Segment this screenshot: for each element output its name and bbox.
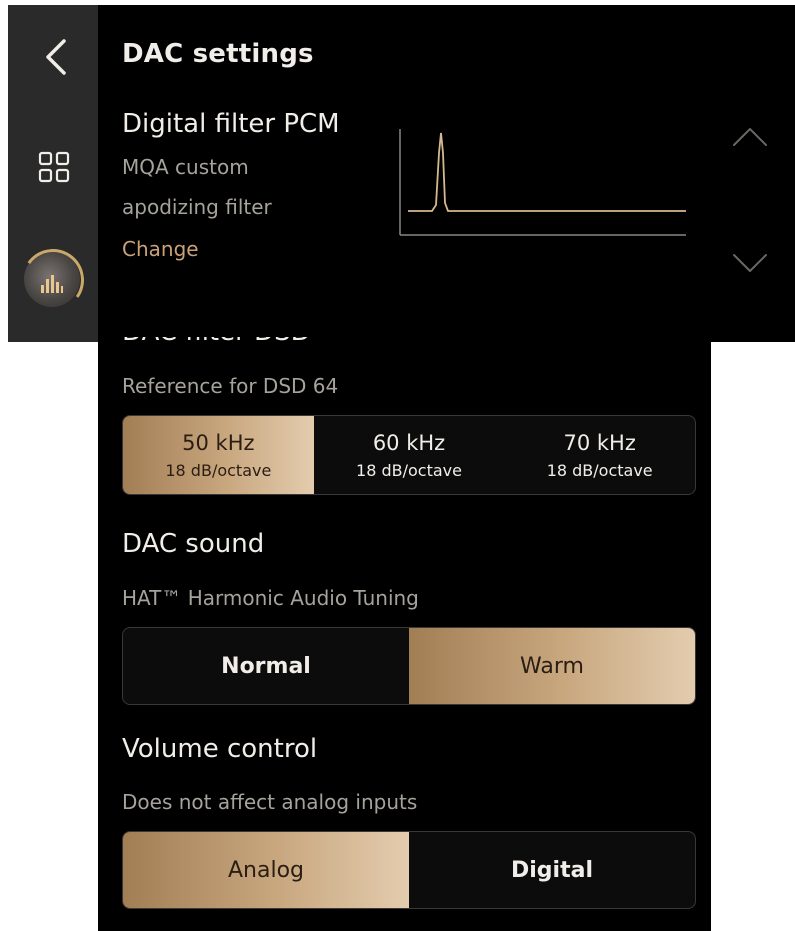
- dac-sound-title: DAC sound: [122, 529, 265, 559]
- grid-icon: [38, 151, 70, 183]
- chevron-up-icon: [733, 128, 767, 146]
- option-freq: 50 kHz: [182, 430, 255, 455]
- dac-sound-subtitle: HAT™ Harmonic Audio Tuning: [122, 586, 419, 610]
- option-label: Analog: [227, 857, 304, 883]
- chevron-left-icon: [46, 39, 66, 75]
- bottom-panel: DAC filter DSD Reference for DSD 64 50 k…: [98, 337, 711, 931]
- dsd-option-70khz[interactable]: 70 kHz 18 dB/octave: [504, 416, 695, 494]
- scroll-up-button[interactable]: [730, 121, 770, 151]
- option-slope: 18 dB/octave: [165, 460, 272, 480]
- filter-response-graph: [399, 129, 686, 236]
- dsd-option-60khz[interactable]: 60 kHz 18 dB/octave: [314, 416, 505, 494]
- sound-option-normal[interactable]: Normal: [123, 628, 409, 704]
- option-freq: 70 kHz: [563, 430, 636, 455]
- sidebar: [8, 5, 98, 342]
- volume-option-digital[interactable]: Digital: [409, 832, 695, 908]
- top-panel: DAC settings Digital filter PCM MQA cust…: [8, 5, 795, 342]
- dac-sound-selector: Normal Warm: [122, 627, 696, 705]
- menu-grid-button[interactable]: [34, 147, 74, 187]
- chevron-down-icon: [733, 254, 767, 272]
- scroll-down-button[interactable]: [730, 249, 770, 279]
- now-playing-button[interactable]: [17, 244, 89, 316]
- progress-arc: [17, 244, 89, 316]
- option-slope: 18 dB/octave: [546, 460, 653, 480]
- option-label: Warm: [520, 653, 584, 679]
- option-label: Digital: [511, 857, 593, 883]
- dsd-filter-subtitle: Reference for DSD 64: [122, 374, 339, 398]
- pcm-change-link[interactable]: Change: [122, 237, 199, 261]
- dsd-option-50khz[interactable]: 50 kHz 18 dB/octave: [123, 416, 314, 494]
- option-label: Normal: [221, 653, 311, 679]
- option-freq: 60 kHz: [372, 430, 446, 455]
- pcm-filter-name: MQA custom: [122, 155, 249, 179]
- volume-control-selector: Analog Digital: [122, 831, 696, 909]
- dsd-filter-title: DAC filter DSD: [122, 337, 311, 347]
- volume-control-subtitle: Does not affect analog inputs: [122, 790, 418, 814]
- sound-option-warm[interactable]: Warm: [409, 628, 695, 704]
- page-title: DAC settings: [122, 39, 314, 69]
- volume-control-title: Volume control: [122, 734, 318, 764]
- pcm-filter-title: Digital filter PCM: [122, 109, 340, 139]
- option-slope: 18 dB/octave: [356, 460, 462, 480]
- back-button[interactable]: [36, 33, 76, 81]
- pcm-filter-name-cont: apodizing filter: [122, 195, 272, 219]
- dsd-filter-selector: 50 kHz 18 dB/octave 60 kHz 18 dB/octave …: [122, 415, 696, 495]
- volume-option-analog[interactable]: Analog: [123, 832, 409, 908]
